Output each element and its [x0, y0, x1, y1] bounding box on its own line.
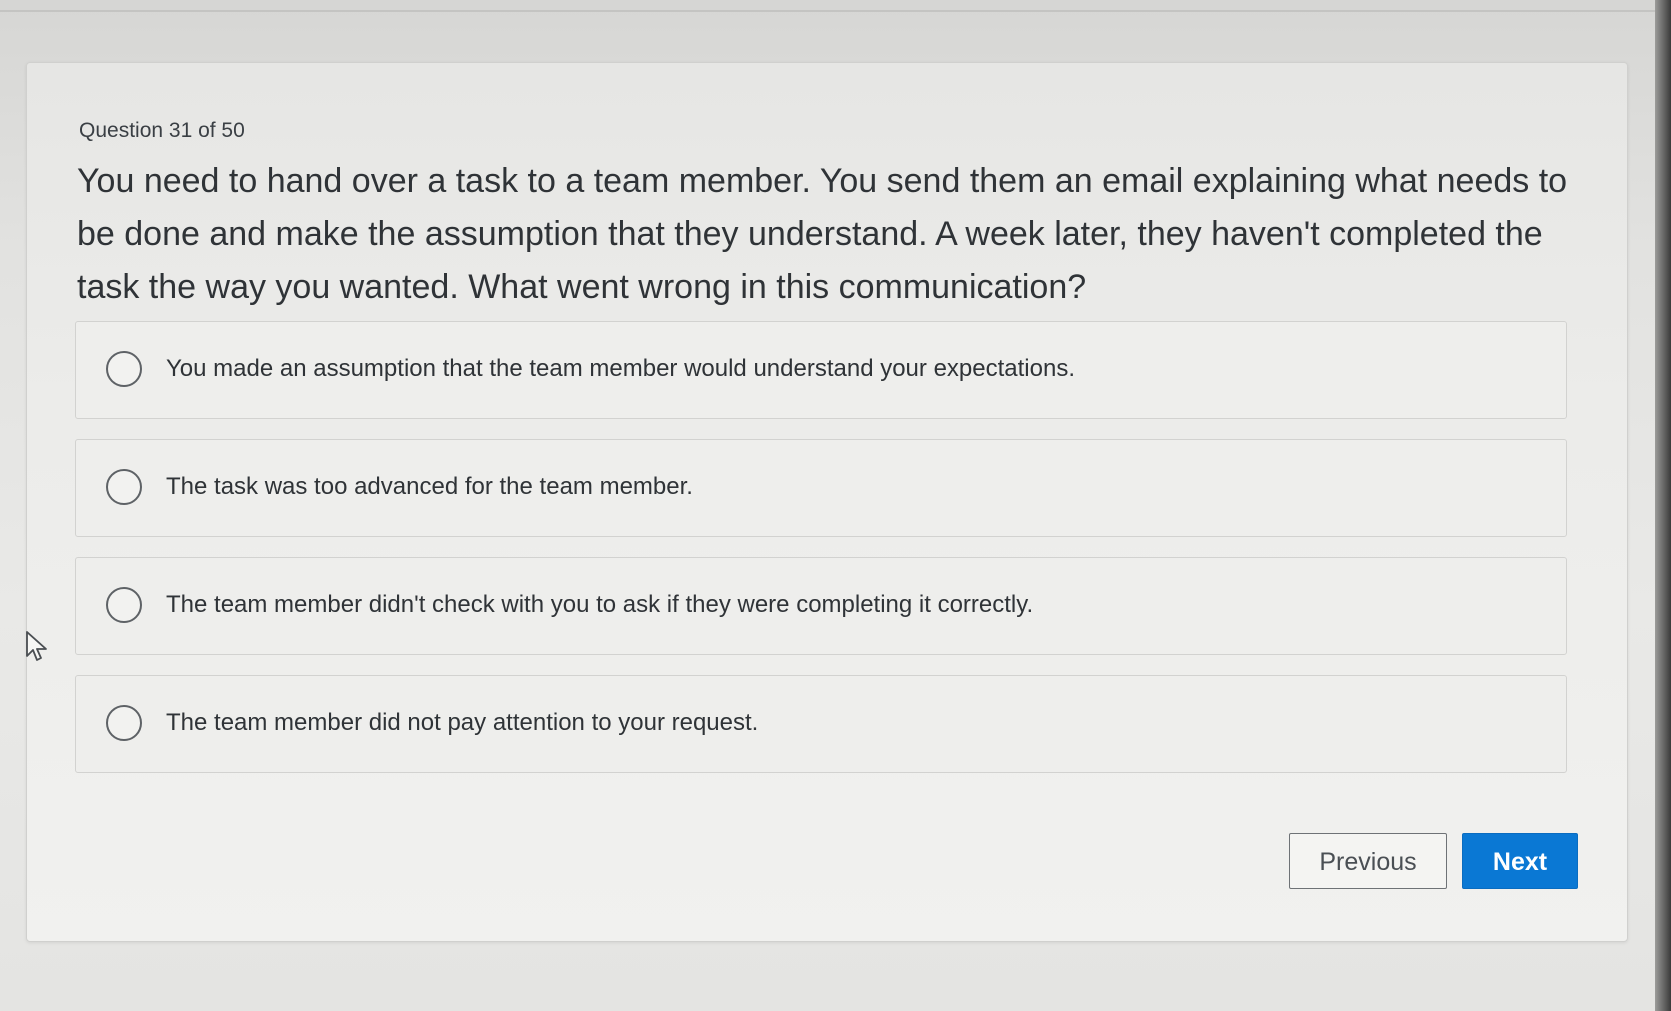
answer-option-label: The team member did not pay attention to…: [166, 709, 759, 736]
radio-button-icon[interactable]: [106, 469, 142, 505]
radio-button-icon[interactable]: [106, 351, 142, 387]
radio-button-icon[interactable]: [106, 587, 142, 623]
monitor-bezel: [1655, 0, 1671, 1011]
answer-option-4[interactable]: The team member did not pay attention to…: [75, 675, 1567, 773]
answer-option-3[interactable]: The team member didn't check with you to…: [75, 557, 1567, 655]
answer-option-1[interactable]: You made an assumption that the team mem…: [75, 321, 1567, 419]
question-card: Question 31 of 50 You need to hand over …: [26, 62, 1628, 942]
mouse-pointer-icon: [26, 631, 47, 661]
question-text: You need to hand over a task to a team m…: [77, 162, 1568, 306]
previous-button[interactable]: Previous: [1289, 833, 1447, 889]
answer-option-2[interactable]: The task was too advanced for the team m…: [75, 439, 1567, 537]
next-button[interactable]: Next: [1462, 833, 1578, 889]
answer-option-label: The task was too advanced for the team m…: [166, 473, 693, 500]
answer-option-label: You made an assumption that the team mem…: [166, 355, 1075, 382]
answer-option-label: The team member didn't check with you to…: [166, 591, 1034, 618]
question-counter: Question 31 of 50: [79, 119, 245, 142]
top-divider: [0, 10, 1655, 12]
radio-button-icon[interactable]: [106, 705, 142, 741]
